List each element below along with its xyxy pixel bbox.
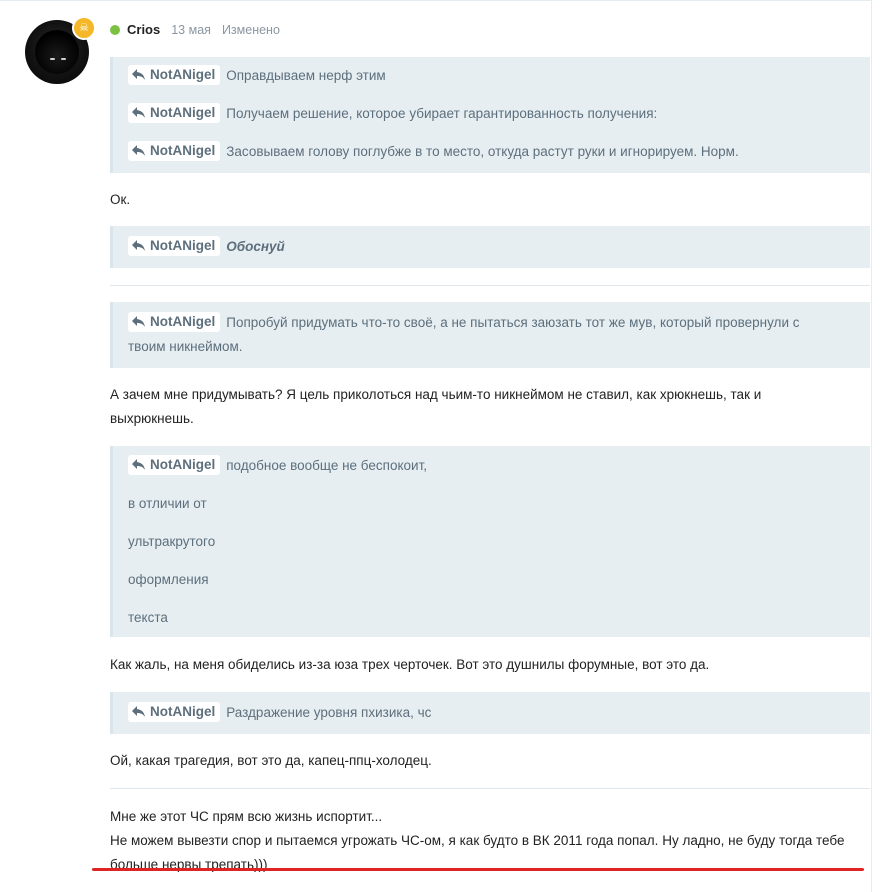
avatar-image [35,30,79,74]
reply-text: Ок. [110,192,131,207]
quote-text: подобное вообще не беспокоит, [226,458,428,473]
reply-text: Мне же этот ЧС прям всю жизнь испортит..… [110,809,383,824]
quote-reference[interactable]: NotANigel [128,236,221,257]
quote-text: оформления [128,572,209,587]
reply-arrow-icon [132,240,145,252]
quote-text: Засовываем голову поглубже в то место, о… [226,144,739,159]
reply-text: больше нервы трепать))) [110,857,268,872]
quote-text: в отличии от [128,496,207,511]
quote-text: Обоснуй [226,239,285,254]
quote-author: NotANigel [150,67,216,83]
quote-block: NotANigel подобное вообще не беспокоит, … [110,446,870,637]
quote-text: Получаем решение, которое убирает гарант… [226,106,658,121]
reply-text: Не можем вывезти спор и пытаемся угрожат… [110,833,845,848]
online-dot-icon [110,24,120,35]
quote-block: NotANigel Попробуй придумать что-то своё… [110,302,870,368]
quote-line: NotANigel Получаем решение, которое убир… [128,102,860,126]
avatar-eye-left [50,58,55,60]
quote-author: NotANigel [150,105,216,121]
right-border [871,0,872,892]
reply-arrow-icon [132,316,145,328]
quote-text: ультракрутого [128,534,216,549]
reply-arrow-icon [132,107,145,119]
quote-line: оформления [128,568,860,592]
post-header: Crios 13 мая Изменено [110,22,280,37]
reply-text: А зачем мне придумывать? Я цель приколот… [110,387,762,402]
avatar-eye-right [61,58,66,60]
quote-line: NotANigel Засовываем голову поглубже в т… [128,140,860,164]
top-divider [0,0,871,1]
quote-line: в отличии от [128,492,860,516]
quote-reference[interactable]: NotANigel [128,455,221,476]
quote-line: NotANigel Обоснуй [128,235,860,259]
quote-text: Раздражение уровня пхизика, чс [226,705,432,720]
reply-text: Ой, какая трагедия, вот это да, капец-пп… [110,753,432,768]
reply-text: Как жаль, на меня обиделись из-за юза тр… [110,657,710,672]
quote-reference[interactable]: NotANigel [128,103,221,124]
quote-text: текста [128,610,168,625]
red-underline-mark [92,868,864,871]
quote-text: Попробуй придумать что-то своё, а не пыт… [226,315,800,330]
quote-line: NotANigel Попробуй придумать что-то своё… [128,311,860,335]
quote-line: NotANigel Раздражение уровня пхизика, чс [128,701,860,725]
reply-arrow-icon [132,706,145,718]
quote-author: NotANigel [150,314,216,330]
reply-arrow-icon [132,459,145,471]
reply-arrow-icon [132,69,145,81]
quote-author: NotANigel [150,238,216,254]
quote-author: NotANigel [150,143,216,159]
quote-reference[interactable]: NotANigel [128,65,221,86]
quote-line: текста [128,606,860,630]
quote-reference[interactable]: NotANigel [128,312,221,333]
edited-label: Изменено [221,22,280,37]
quote-line: твоим никнеймом. [128,335,860,359]
skull-badge-icon: ☠ [72,16,96,40]
quote-block: NotANigel Оправдываем нерф этим NotANige… [110,57,870,173]
divider [110,285,870,286]
quote-text: Оправдываем нерф этим [226,68,386,83]
post-date[interactable]: 13 мая [171,23,211,37]
quote-author: NotANigel [150,704,216,720]
quote-author: NotANigel [150,457,216,473]
reply-text: выхрюкнешь. [110,411,194,426]
quote-block: NotANigel Обоснуй [110,226,870,268]
quote-line: NotANigel подобное вообще не беспокоит, [128,454,860,478]
author-name[interactable]: Crios [127,22,160,37]
quote-line: NotANigel Оправдываем нерф этим [128,64,860,88]
quote-reference[interactable]: NotANigel [128,702,221,723]
quote-line: ультракрутого [128,530,860,554]
divider [110,788,870,789]
quote-text: твоим никнеймом. [128,339,243,354]
quote-reference[interactable]: NotANigel [128,141,221,162]
quote-block: NotANigel Раздражение уровня пхизика, чс [110,692,870,734]
reply-arrow-icon [132,145,145,157]
